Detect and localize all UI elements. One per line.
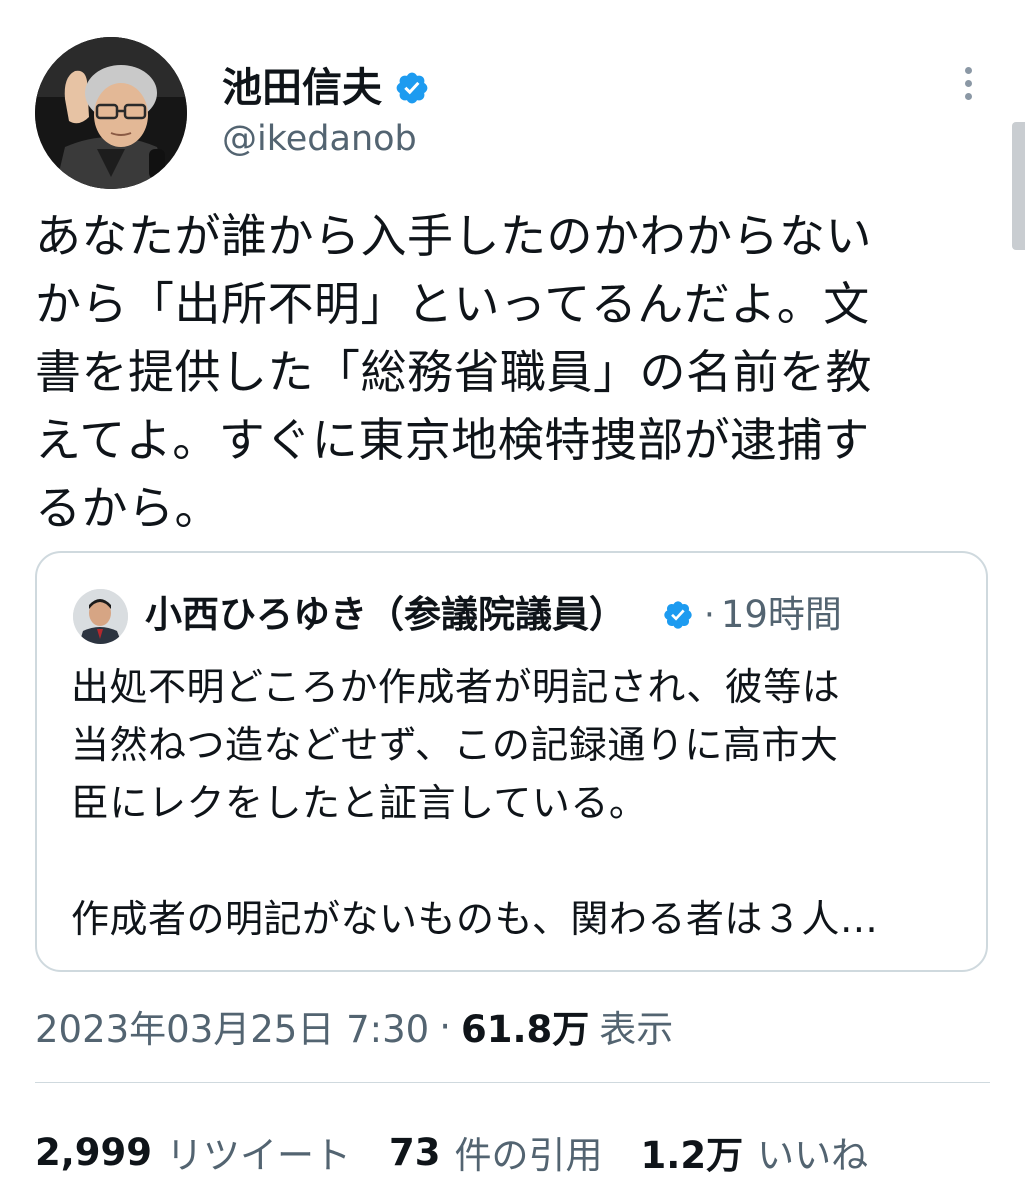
retweets-stat[interactable]: 2,999 リツイート [35, 1125, 351, 1179]
divider [35, 1082, 990, 1083]
author-name-row: 池田信夫 [222, 62, 430, 114]
likes-count: 1.2万 [640, 1134, 744, 1177]
retweets-count: 2,999 [35, 1130, 153, 1174]
scrollbar[interactable] [1012, 122, 1025, 250]
tweet-timestamp[interactable]: 2023年03月25日 7:30 [35, 999, 429, 1053]
more-dot [964, 92, 972, 100]
tweet-detail: 池田信夫 @ikedanob あなたが誰から入手したのかわからない から「出所不… [0, 0, 1025, 1200]
quoted-tweet-card[interactable]: 小西ひろゆき（参議院議員） · 19時間 出処不明どころか作成者が明記され、彼等… [35, 551, 988, 972]
likes-label: いいね [757, 1134, 869, 1177]
quoted-time: 19時間 [720, 593, 842, 636]
likes-stat[interactable]: 1.2万 いいね [641, 1125, 869, 1179]
views-label: 表示 [599, 1008, 674, 1051]
more-options-icon[interactable] [948, 60, 988, 106]
author-handle[interactable]: @ikedanob [222, 116, 417, 162]
more-dot [964, 79, 972, 87]
quoted-author-avatar [73, 589, 128, 644]
quotes-stat[interactable]: 73 件の引用 [389, 1125, 603, 1179]
quotes-label: 件の引用 [454, 1134, 603, 1177]
author-name[interactable]: 池田信夫 [222, 62, 382, 114]
meta-separator: · [439, 1004, 451, 1048]
tweet-text: あなたが誰から入手したのかわからない から「出所不明」といってるんだよ。文 書を… [35, 209, 872, 535]
verified-badge-icon[interactable] [394, 70, 430, 106]
tweet-stats: 2,999 リツイート 73 件の引用 1.2万 いいね [35, 1122, 906, 1182]
tweet-meta: 2023年03月25日 7:30 · 61.8万 表示 [35, 998, 673, 1054]
retweets-label: リツイート [166, 1134, 352, 1177]
quoted-separator: · [704, 595, 715, 635]
verified-badge-icon [662, 599, 694, 631]
quoted-header: 小西ひろゆき（参議院議員） · 19時間 [145, 585, 842, 645]
author-avatar[interactable] [35, 37, 187, 189]
quoted-text: 出処不明どころか作成者が明記され、彼等は 当然ねつ造などせず、この記録通りに高市… [71, 665, 879, 941]
views-count: 61.8万 [460, 1008, 590, 1051]
more-dot [964, 66, 972, 74]
quotes-count: 73 [389, 1130, 441, 1174]
quoted-author-name: 小西ひろゆき（参議院議員） [145, 593, 626, 636]
